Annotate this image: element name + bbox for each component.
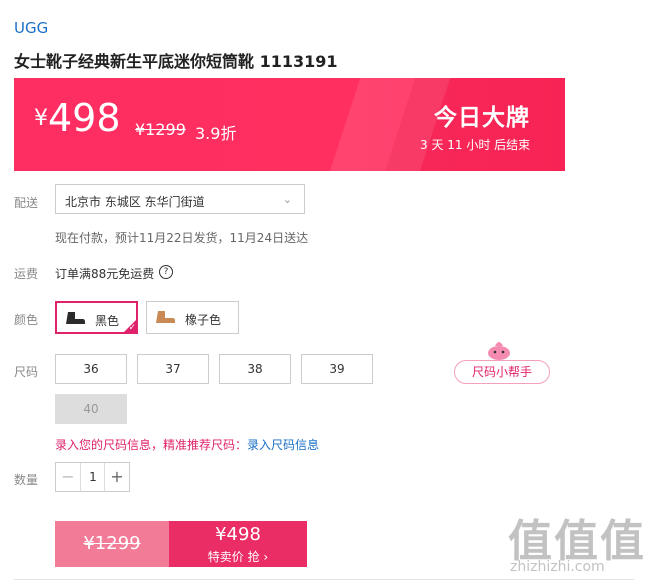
address-text: 北京市 东城区 东华门街道 <box>65 195 205 209</box>
quantity-value[interactable]: 1 <box>81 463 105 491</box>
size-info-link[interactable]: 录入尺码信息 <box>247 438 319 452</box>
current-price: ¥498 <box>34 96 121 140</box>
buy-now-button[interactable]: ¥498 特卖价 抢 › <box>169 521 307 567</box>
acorn-boot-thumbnail <box>156 311 175 323</box>
size-option-39[interactable]: 39 <box>301 354 373 384</box>
quantity-label: 数量 <box>14 473 39 487</box>
check-icon: ✓ <box>128 323 136 333</box>
quantity-stepper: − 1 + <box>55 462 130 492</box>
delivery-label: 配送 <box>14 196 39 210</box>
color-option-black[interactable]: 黑色 ✓ <box>55 301 138 334</box>
currency-symbol: ¥ <box>34 106 48 131</box>
size-option-36[interactable]: 36 <box>55 354 127 384</box>
watermark: 值值值 zhizhizhi.com <box>508 505 646 575</box>
mascot-icon <box>488 342 510 360</box>
chevron-down-icon: ⌄ <box>282 193 292 206</box>
black-boot-thumbnail <box>66 312 85 324</box>
buy-subtext: 特卖价 抢 › <box>207 550 269 564</box>
freight-label: 运费 <box>14 267 39 281</box>
countdown-text: 3 天 11 小时 后结束 <box>420 138 531 152</box>
color-option-label: 黑色 <box>95 314 120 328</box>
increase-button[interactable]: + <box>104 463 129 491</box>
original-price-button[interactable]: ¥1299 <box>55 521 169 567</box>
brand-link[interactable]: UGG <box>14 19 48 37</box>
decrease-button[interactable]: − <box>56 463 81 491</box>
size-info: 录入您的尺码信息，精准推荐尺码：录入尺码信息 <box>55 436 319 453</box>
price-value: 498 <box>48 96 121 140</box>
color-option-acorn[interactable]: 橡子色 <box>146 301 239 334</box>
promo-title: 今日大牌 <box>434 105 530 131</box>
color-label: 颜色 <box>14 313 39 327</box>
size-info-text: 录入您的尺码信息，精准推荐尺码： <box>55 438 248 452</box>
original-price: ¥1299 <box>135 120 186 139</box>
shipping-note: 现在付款，预计11月22日发货，11月24日送达 <box>55 231 309 245</box>
size-option-37[interactable]: 37 <box>137 354 209 384</box>
discount-text: 3.9折 <box>195 124 237 143</box>
size-label: 尺码 <box>14 365 39 379</box>
color-option-label: 橡子色 <box>185 313 222 327</box>
divider <box>14 579 634 580</box>
buy-price: ¥498 <box>215 524 261 545</box>
size-helper-button[interactable]: 尺码小帮手 <box>454 360 550 384</box>
size-option-38[interactable]: 38 <box>219 354 291 384</box>
address-selector[interactable]: 北京市 东城区 东华门街道 ⌄ <box>55 184 305 214</box>
watermark-url: zhizhizhi.com <box>510 559 605 575</box>
promo-banner: ¥498 ¥1299 3.9折 今日大牌 3 天 11 小时 后结束 <box>14 78 565 171</box>
help-icon[interactable]: ? <box>159 265 173 279</box>
freight-text: 订单满88元免运费 <box>55 267 155 281</box>
size-option-40[interactable]: 40 <box>55 394 127 424</box>
product-title: 女士靴子经典新生平底迷你短筒靴 1113191 <box>14 52 338 71</box>
